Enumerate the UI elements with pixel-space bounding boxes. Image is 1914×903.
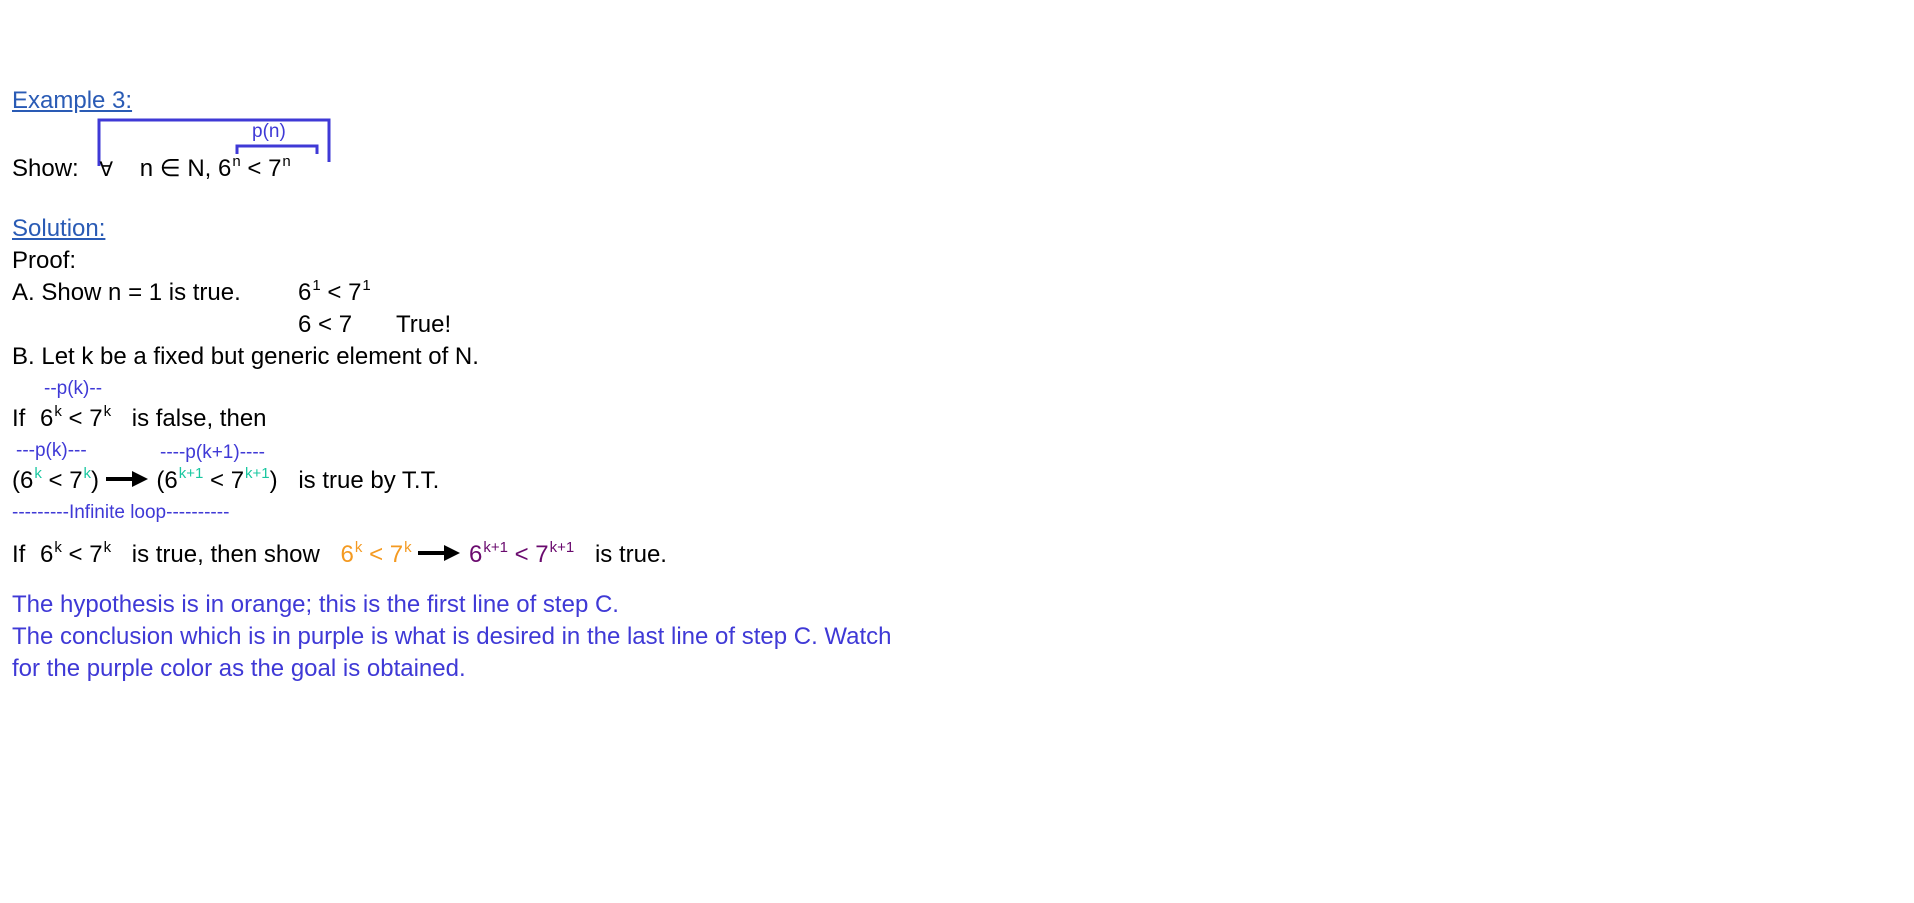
- note-line-1: The hypothesis is in orange; this is the…: [12, 591, 619, 618]
- right-arrow-icon: [418, 545, 461, 561]
- right-arrow-icon: [105, 471, 148, 487]
- pk-label: --p(k)--: [44, 378, 103, 399]
- step-a-text: A. Show n = 1 is true.: [12, 279, 241, 306]
- exponent: n: [282, 153, 291, 170]
- less-than-seven: < 7: [41, 467, 83, 494]
- step-a-line2: 6 < 7: [298, 311, 353, 338]
- six: 6: [340, 541, 354, 568]
- pk1-label: ----p(k+1)----: [160, 442, 266, 463]
- six: 6: [40, 541, 54, 568]
- less-than: <: [327, 279, 342, 306]
- implication-rest: is true by T.T.: [298, 467, 440, 494]
- show-statement: Show: ∀ n ∈ N, 6n < 7n: [12, 153, 291, 187]
- infinite-loop-label: ---------Infinite loop----------: [12, 502, 230, 523]
- if-true-line: If 6k < 7k is true, then show 6k < 7k 6k…: [12, 539, 667, 573]
- exponent: k: [103, 539, 112, 556]
- step-a-inequality: 61 < 71: [298, 277, 371, 311]
- less-than: <: [68, 405, 83, 432]
- exponent: n: [232, 153, 241, 170]
- if-word: If: [12, 405, 26, 432]
- exponent: k+1: [245, 465, 270, 482]
- step-a-result: True!: [396, 311, 452, 338]
- exponent: k+1: [549, 539, 575, 556]
- close-paren: ): [269, 467, 278, 494]
- solution-title[interactable]: Solution:: [12, 214, 105, 244]
- seven: 7: [89, 405, 103, 432]
- exponent: 1: [362, 277, 371, 294]
- less-than-seven: < 7: [203, 467, 245, 494]
- seven: 7: [268, 155, 282, 182]
- if-false-line: If 6k < 7k is false, then: [12, 403, 267, 437]
- exponent: k: [103, 403, 112, 420]
- inner-bracket-line: [235, 144, 319, 154]
- note-line-2: The conclusion which is in purple is wha…: [12, 623, 892, 650]
- six: 6: [40, 405, 54, 432]
- pn-label: p(n): [252, 121, 286, 142]
- if-false-rest: is false, then: [131, 405, 267, 432]
- show-label: Show:: [12, 155, 79, 182]
- n-in-n: n ∈ N,: [139, 155, 212, 182]
- open-paren-six: (6: [156, 467, 178, 494]
- step-b-text: B. Let k be a fixed but generic element …: [12, 343, 479, 370]
- note-line-3: for the purple color as the goal is obta…: [12, 655, 466, 682]
- close-paren: ): [91, 467, 100, 494]
- seven: 7: [89, 541, 103, 568]
- less-than: <: [68, 541, 83, 568]
- less-than: <: [247, 155, 262, 182]
- seven: 7: [348, 279, 362, 306]
- seven: 7: [389, 541, 404, 568]
- implication-line: (6k < 7k) (6k+1 < 7k+1) is true by T.T.: [12, 465, 440, 499]
- exponent: k: [54, 403, 62, 420]
- exponent: k: [54, 539, 62, 556]
- exponent: k: [83, 465, 92, 482]
- less-than: <: [369, 541, 384, 568]
- hypothesis: 6k < 7k: [340, 539, 412, 568]
- exponent: k+1: [483, 539, 508, 556]
- less-than: <: [514, 541, 529, 568]
- if-word: If: [12, 541, 26, 568]
- six: 6: [218, 155, 232, 182]
- open-paren-six: (6: [12, 467, 34, 494]
- conclusion: 6k+1 < 7k+1: [468, 539, 575, 568]
- six: 6: [468, 541, 483, 568]
- exponent: k: [34, 465, 42, 482]
- if-true-end: is true.: [594, 541, 667, 568]
- pk-label-2: ---p(k)---: [16, 440, 87, 461]
- six: 6: [298, 279, 312, 306]
- exponent: 1: [312, 277, 321, 294]
- example-title[interactable]: Example 3:: [12, 86, 132, 116]
- exponent: k+1: [178, 465, 204, 482]
- proof-label: Proof:: [12, 247, 77, 274]
- exponent: k: [404, 539, 412, 556]
- exponent: k: [354, 539, 363, 556]
- seven: 7: [535, 541, 549, 568]
- if-true-mid: is true, then show: [131, 541, 320, 568]
- forall-symbol: ∀: [99, 159, 114, 181]
